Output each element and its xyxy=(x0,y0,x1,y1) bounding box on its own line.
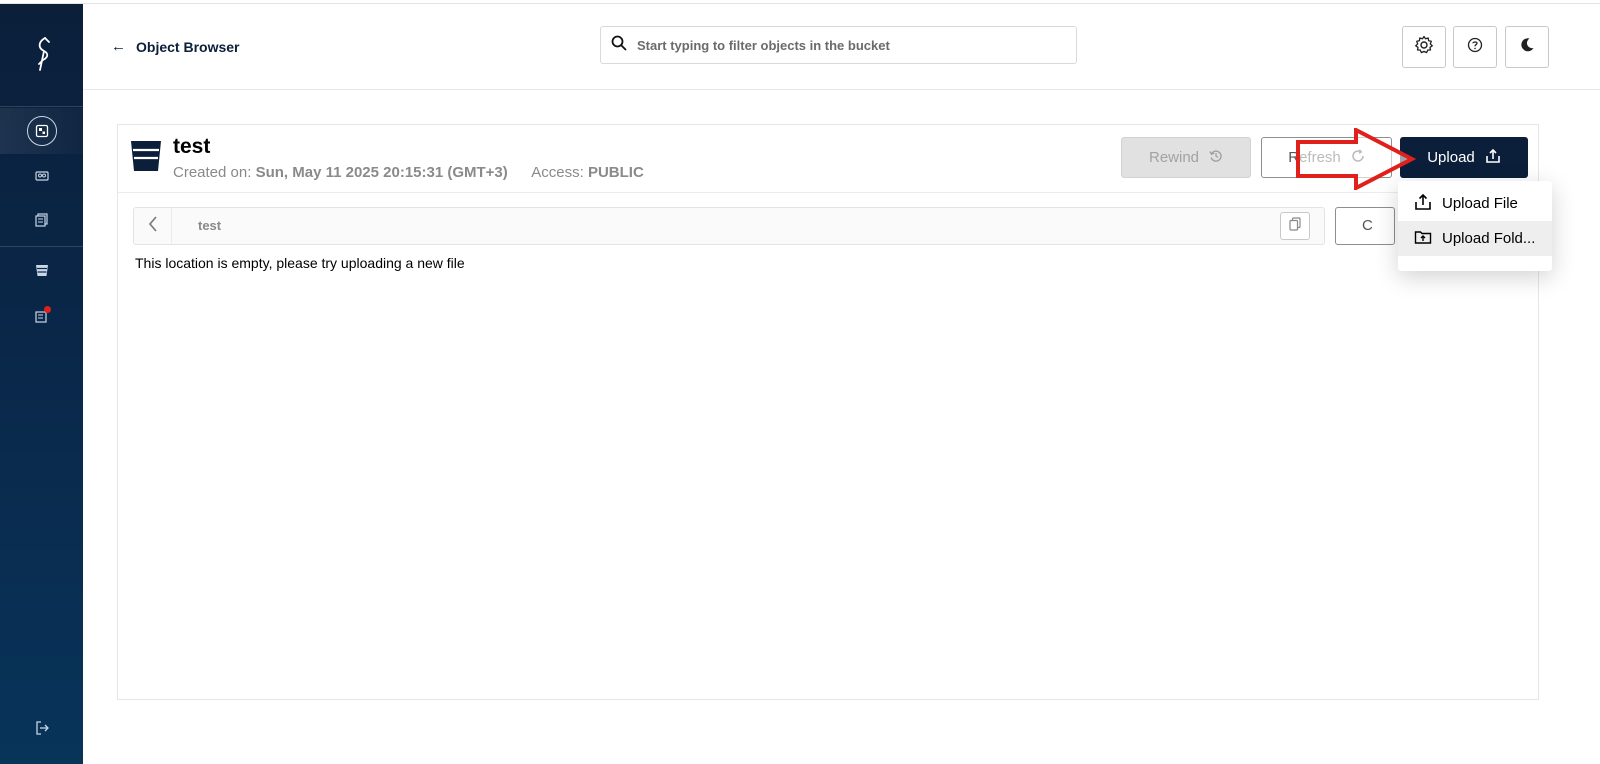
license-icon xyxy=(34,306,51,323)
sidebar-divider xyxy=(0,106,83,107)
rewind-label: Rewind xyxy=(1148,149,1200,166)
created-label: Created on: xyxy=(173,164,252,181)
back-arrow-icon: ← xyxy=(111,38,126,55)
copy-icon xyxy=(1289,216,1301,236)
upload-folder-menu-item[interactable]: Upload Fold... xyxy=(1398,221,1552,256)
created-value: Sun, May 11 2025 20:15:31 (GMT+3) xyxy=(255,164,508,181)
upload-file-menu-item[interactable]: Upload File xyxy=(1398,186,1552,221)
page-title: Object Browser xyxy=(136,38,240,55)
logout-icon xyxy=(35,721,49,735)
identity-icon xyxy=(34,170,49,182)
help-button[interactable] xyxy=(1453,26,1497,68)
sidebar-item-license[interactable] xyxy=(0,294,83,338)
breadcrumb-path[interactable]: test xyxy=(198,218,221,233)
create-path-label: C xyxy=(1362,217,1373,234)
documentation-icon xyxy=(34,213,49,227)
help-icon xyxy=(1467,37,1483,58)
breadcrumb: test xyxy=(133,207,1325,245)
moon-icon xyxy=(1519,37,1535,58)
back-to-object-browser[interactable]: ← Object Browser xyxy=(111,38,239,55)
sidebar-item-buckets[interactable] xyxy=(0,248,83,292)
minio-logo-icon[interactable] xyxy=(28,36,56,72)
gear-icon xyxy=(1414,35,1434,60)
search-input[interactable] xyxy=(637,37,1057,53)
bucket-header: test Created on: Sun, May 11 2025 20:15:… xyxy=(118,125,1538,193)
refresh-icon xyxy=(1351,148,1365,167)
upload-menu: Upload File Upload Fold... xyxy=(1398,181,1552,271)
copy-path-button[interactable] xyxy=(1280,212,1310,240)
upload-file-icon xyxy=(1414,193,1432,215)
dark-mode-button[interactable] xyxy=(1505,26,1549,68)
sidebar-item-access-keys[interactable] xyxy=(0,154,83,198)
header: ← Object Browser xyxy=(83,4,1600,90)
bucket-icon xyxy=(130,139,162,178)
sidebar-item-documentation[interactable] xyxy=(0,198,83,242)
search-box xyxy=(600,26,1077,64)
notification-badge xyxy=(43,306,51,313)
refresh-button[interactable]: Refresh xyxy=(1261,137,1392,178)
bucket-icon xyxy=(35,263,49,277)
refresh-label: Refresh xyxy=(1288,149,1341,166)
bucket-meta: Created on: Sun, May 11 2025 20:15:31 (G… xyxy=(173,164,644,181)
bucket-panel: test Created on: Sun, May 11 2025 20:15:… xyxy=(117,124,1539,700)
search-icon xyxy=(611,35,627,56)
breadcrumb-back-button[interactable] xyxy=(134,208,172,244)
object-browser-icon xyxy=(26,116,57,146)
upload-button[interactable]: Upload xyxy=(1400,137,1528,178)
create-path-button[interactable]: C xyxy=(1335,207,1395,245)
upload-folder-label: Upload Fold... xyxy=(1442,230,1536,247)
sidebar xyxy=(0,4,83,764)
sidebar-item-logout[interactable] xyxy=(0,706,83,750)
rewind-button[interactable]: Rewind xyxy=(1121,137,1251,178)
upload-label: Upload xyxy=(1427,149,1475,166)
settings-button[interactable] xyxy=(1402,26,1446,68)
history-icon xyxy=(1209,149,1223,167)
access-value: PUBLIC xyxy=(587,164,644,181)
empty-message: This location is empty, please try uploa… xyxy=(135,255,465,271)
sidebar-divider xyxy=(0,246,83,247)
bucket-name: test xyxy=(173,135,211,158)
sidebar-item-object-browser[interactable] xyxy=(0,108,83,154)
upload-icon xyxy=(1485,148,1501,168)
upload-folder-icon xyxy=(1414,229,1432,249)
chevron-left-icon xyxy=(148,215,158,237)
access-label: Access: xyxy=(531,164,584,181)
upload-file-label: Upload File xyxy=(1442,195,1518,212)
